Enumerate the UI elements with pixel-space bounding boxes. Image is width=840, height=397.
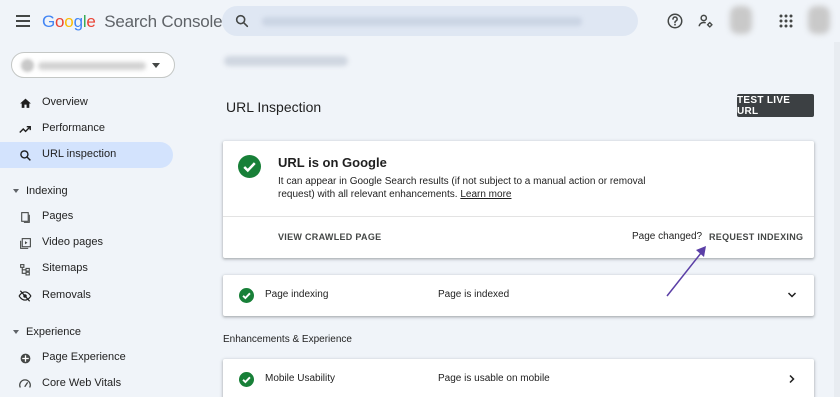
mobile-usability-row[interactable]: Mobile Usability Page is usable on mobil… bbox=[223, 359, 814, 397]
sidebar-item-label: Core Web Vitals bbox=[42, 377, 122, 389]
sidebar-item-pages[interactable]: Pages bbox=[0, 204, 173, 230]
menu-icon bbox=[16, 15, 30, 17]
page-indexing-row[interactable]: Page indexing Page is indexed bbox=[223, 275, 814, 316]
sidebar-section-label: Experience bbox=[26, 326, 82, 338]
sidebar-item-page-experience[interactable]: Page Experience bbox=[0, 345, 173, 371]
sidebar-section-indexing[interactable]: Indexing bbox=[0, 181, 173, 203]
check-circle-icon bbox=[239, 288, 254, 303]
inspect-url-search-bar[interactable] bbox=[222, 6, 638, 36]
sidebar-item-performance[interactable]: Performance bbox=[0, 116, 173, 142]
page-changed-label: Page changed? bbox=[632, 231, 703, 242]
test-live-url-button[interactable]: TEST LIVE URL bbox=[737, 94, 814, 117]
view-crawled-page-button[interactable]: VIEW CRAWLED PAGE bbox=[278, 232, 381, 242]
status-title: URL is on Google bbox=[278, 155, 387, 170]
avatar[interactable] bbox=[808, 6, 830, 34]
main-menu-button[interactable] bbox=[12, 10, 34, 32]
redacted-inspected-url bbox=[224, 56, 348, 66]
product-name: Search Console bbox=[104, 12, 223, 31]
main-content: URL Inspection TEST LIVE URL URL is on G… bbox=[222, 42, 814, 397]
help-icon bbox=[667, 13, 683, 29]
chevron-down-icon bbox=[13, 189, 19, 193]
chevron-down-icon bbox=[787, 292, 797, 298]
sidebar-item-removals[interactable]: Removals bbox=[0, 283, 173, 309]
sidebar-item-video-pages[interactable]: Video pages bbox=[0, 230, 173, 256]
logo-letter: e bbox=[86, 12, 96, 31]
row-value: Page is indexed bbox=[438, 289, 510, 300]
section-heading: Enhancements & Experience bbox=[223, 334, 352, 345]
sidebar: Overview Performance URL inspection Inde… bbox=[0, 42, 190, 397]
row-label: Mobile Usability bbox=[265, 373, 336, 384]
status-description: It can appear in Google Search results (… bbox=[278, 175, 658, 201]
sidebar-section-experience[interactable]: Experience bbox=[0, 322, 173, 344]
divider bbox=[223, 216, 814, 217]
page-scrollbar[interactable] bbox=[834, 42, 840, 397]
search-icon bbox=[235, 14, 249, 28]
logo-letter: o bbox=[55, 12, 65, 31]
manage-accounts-icon bbox=[698, 14, 713, 28]
sidebar-item-label: Page Experience bbox=[42, 351, 126, 363]
speed-icon bbox=[17, 376, 33, 392]
sidebar-item-label: Removals bbox=[42, 289, 91, 301]
index-status-card: URL is on Google It can appear in Google… bbox=[223, 141, 814, 258]
menu-icon-bar bbox=[16, 25, 30, 27]
user-settings-button[interactable] bbox=[695, 10, 717, 32]
sidebar-item-label: Pages bbox=[42, 210, 74, 222]
eye-off-icon bbox=[17, 288, 33, 304]
menu-icon-bar bbox=[16, 20, 30, 22]
sidebar-item-label: Video pages bbox=[42, 236, 103, 248]
logo-letter: o bbox=[64, 12, 74, 31]
top-app-bar: Google Search Console bbox=[0, 0, 840, 42]
page-experience-icon bbox=[17, 350, 33, 366]
chevron-down-icon bbox=[13, 330, 19, 334]
check-circle-icon bbox=[239, 372, 254, 387]
sidebar-item-label: URL inspection bbox=[42, 148, 117, 160]
search-icon bbox=[17, 147, 33, 163]
apps-button[interactable] bbox=[775, 10, 797, 32]
apps-grid-icon bbox=[779, 14, 793, 28]
product-logo[interactable]: Google Search Console bbox=[42, 12, 223, 32]
trending-up-icon bbox=[17, 121, 33, 137]
page-title: URL Inspection bbox=[226, 99, 322, 115]
property-selector[interactable] bbox=[11, 52, 175, 78]
sidebar-section-label: Indexing bbox=[26, 185, 68, 197]
redacted-property-name bbox=[38, 62, 146, 70]
sitemap-icon bbox=[17, 261, 33, 277]
sidebar-item-url-inspection[interactable]: URL inspection bbox=[0, 142, 173, 168]
redacted-search-text bbox=[262, 17, 582, 26]
check-circle-icon bbox=[238, 155, 261, 178]
learn-more-link[interactable]: Learn more bbox=[460, 189, 511, 200]
request-indexing-button[interactable]: REQUEST INDEXING bbox=[709, 232, 803, 242]
sidebar-item-sitemaps[interactable]: Sitemaps bbox=[0, 256, 173, 282]
help-button[interactable] bbox=[664, 10, 686, 32]
sidebar-item-label: Overview bbox=[42, 96, 88, 108]
video-pages-icon bbox=[17, 235, 33, 251]
property-favicon bbox=[21, 59, 34, 72]
home-icon bbox=[17, 95, 33, 111]
sidebar-item-core-web-vitals[interactable]: Core Web Vitals bbox=[0, 371, 173, 397]
row-label: Page indexing bbox=[265, 289, 329, 300]
logo-letter: G bbox=[42, 12, 56, 31]
row-value: Page is usable on mobile bbox=[438, 373, 550, 384]
redacted-account-chip[interactable] bbox=[730, 6, 752, 34]
logo-letter: g bbox=[73, 12, 83, 31]
sidebar-item-label: Sitemaps bbox=[42, 262, 88, 274]
chevron-right-icon bbox=[789, 374, 795, 384]
pages-icon bbox=[17, 209, 33, 225]
sidebar-item-label: Performance bbox=[42, 122, 105, 134]
caret-down-icon bbox=[152, 63, 160, 68]
sidebar-item-overview[interactable]: Overview bbox=[0, 90, 173, 116]
